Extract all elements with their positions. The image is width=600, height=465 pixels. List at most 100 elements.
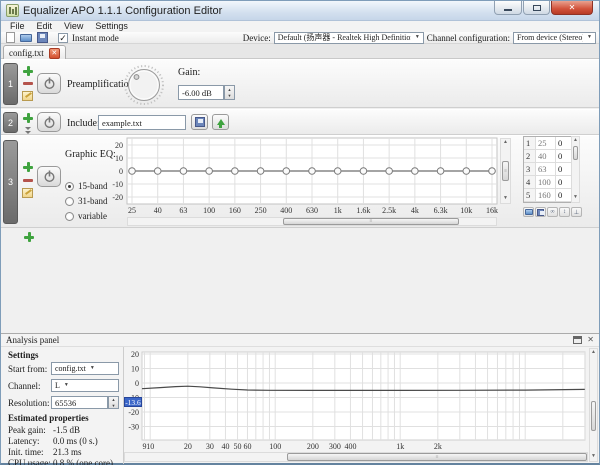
eq-band-handle[interactable] [385, 167, 393, 175]
include-power-button[interactable] [37, 112, 61, 132]
eq-band-handle[interactable] [488, 167, 496, 175]
band-gain-cell[interactable]: 0 [556, 176, 571, 188]
scroll-up-icon[interactable]: ▲ [590, 349, 597, 357]
eq-band-handle[interactable] [359, 167, 368, 175]
band-table-scrollbar[interactable]: ▲ ▼ [571, 136, 580, 203]
scroll-up-icon[interactable]: ▲ [572, 137, 579, 145]
remove-filter-icon[interactable] [23, 179, 33, 182]
import-response-button[interactable] [523, 207, 534, 217]
scrollbar-thumb[interactable]: ≡ [282, 218, 460, 225]
edit-filter-icon[interactable] [22, 91, 33, 101]
band-frequency-cell[interactable]: 40 [536, 150, 556, 162]
include-file-input[interactable]: example.txt [98, 115, 186, 130]
open-in-editor-button[interactable] [212, 114, 229, 130]
add-filter-icon[interactable] [24, 232, 34, 242]
device-select[interactable]: Default (扬声器 - Realtek High Definition A… [273, 31, 424, 44]
eq-band-handle[interactable] [179, 167, 188, 175]
channel-select[interactable]: L ▼ [51, 379, 119, 392]
new-file-button[interactable] [4, 32, 17, 43]
resolution-label: Resolution: [8, 398, 50, 408]
band-gain-cell[interactable]: 0 [556, 137, 571, 149]
eq-band-handle[interactable] [153, 167, 162, 175]
analysis-horizontal-scrollbar[interactable]: ≡ [124, 452, 588, 462]
eq-plot-svg[interactable]: 20100-10-2025 40 63 100 160 250 400 630 1k 1.6k 2.… [101, 136, 514, 215]
gain-input[interactable]: -6.00 dB [178, 85, 224, 100]
scroll-down-icon[interactable]: ▼ [501, 195, 510, 203]
graphic-eq-power-button[interactable] [37, 166, 61, 187]
invert-response-button[interactable]: ↕ [559, 207, 570, 217]
band-frequency-cell[interactable]: 63 [536, 163, 556, 175]
remove-filter-icon[interactable] [23, 82, 33, 85]
eq-mode-radio[interactable] [65, 211, 74, 221]
eq-band-handle[interactable] [436, 167, 445, 175]
add-filter-icon[interactable] [23, 66, 33, 76]
tab-config-txt[interactable]: config.txt ✕ [3, 45, 66, 60]
scroll-down-icon[interactable]: ▼ [590, 453, 597, 461]
band-table: 1 25 0 2 40 0 3 63 0 4 100 0 5 160 0 [523, 136, 572, 203]
scroll-up-icon[interactable]: ▲ [501, 139, 510, 147]
edit-filter-icon[interactable] [22, 188, 33, 198]
flatten-response-button[interactable]: ∞ [547, 207, 558, 217]
eq-mode-radio[interactable] [65, 181, 74, 191]
preamp-power-button[interactable] [37, 73, 61, 94]
save-file-button[interactable] [36, 32, 49, 43]
gain-knob[interactable] [123, 61, 165, 108]
resolution-spinner[interactable]: ▲ ▼ [108, 396, 119, 409]
menu-view[interactable]: View [58, 21, 89, 32]
tab-close-button[interactable]: ✕ [48, 47, 60, 59]
eq-band-handle[interactable] [128, 167, 136, 175]
analysis-vertical-scrollbar[interactable]: ▲ ▼ [589, 348, 598, 462]
maximize-button[interactable] [523, 1, 550, 15]
menu-settings[interactable]: Settings [89, 21, 134, 32]
minimize-button[interactable] [494, 1, 522, 15]
gain-spinner[interactable]: ▲ ▼ [224, 85, 235, 100]
eq-band-handle[interactable] [333, 167, 342, 175]
eq-band-handle[interactable] [231, 167, 239, 175]
float-panel-icon[interactable] [573, 336, 582, 344]
normalize-response-button[interactable]: ⊥ [571, 207, 582, 217]
row-number[interactable]: 2 [3, 112, 18, 133]
band-frequency-cell[interactable]: 100 [536, 176, 556, 188]
menu-file[interactable]: File [4, 21, 31, 32]
browse-file-button[interactable] [191, 114, 208, 130]
add-filter-icon[interactable] [23, 113, 33, 123]
eq-band-handle[interactable] [256, 167, 265, 175]
collapse-chevron-icon[interactable] [25, 127, 32, 135]
start-from-select[interactable]: config.txt ▼ [51, 362, 119, 375]
close-panel-icon[interactable]: ✕ [587, 335, 594, 344]
scroll-down-icon[interactable]: ▼ [572, 194, 579, 202]
eq-band-handle[interactable] [462, 167, 471, 175]
band-gain-cell[interactable]: 0 [556, 163, 571, 175]
instant-mode-checkbox[interactable]: ✓ [58, 32, 68, 43]
scrollbar-thumb[interactable]: ≡ [502, 161, 509, 181]
open-folder-icon [524, 209, 533, 215]
spin-down-icon: ▼ [227, 93, 232, 99]
scrollbar-thumb[interactable] [573, 146, 578, 160]
eq-band-handle[interactable] [205, 167, 213, 175]
channel-config-select[interactable]: From device (Stereo) ▼ [513, 31, 596, 44]
menu-edit[interactable]: Edit [31, 21, 59, 32]
band-frequency-cell[interactable]: 25 [536, 137, 556, 149]
export-response-button[interactable] [535, 207, 546, 217]
open-file-button[interactable] [20, 32, 33, 43]
eq-vertical-scrollbar[interactable]: ▲ ≡ ▼ [500, 138, 511, 204]
include-label: Include: [67, 118, 100, 129]
close-button[interactable]: ✕ [551, 1, 593, 15]
band-frequency-cell[interactable]: 160 [536, 189, 556, 201]
eq-mode-radio[interactable] [65, 196, 74, 206]
eq-band-handle[interactable] [282, 167, 291, 175]
scrollbar-thumb[interactable] [591, 401, 596, 431]
scrollbar-thumb[interactable]: ≡ [287, 453, 587, 461]
add-filter-icon[interactable] [23, 162, 33, 172]
eq-horizontal-scrollbar[interactable]: ≡ [127, 217, 497, 226]
eq-band-handle[interactable] [308, 167, 316, 175]
resolution-input[interactable]: 65536 [51, 396, 108, 409]
band-gain-cell[interactable]: 0 [556, 150, 571, 162]
analysis-plot-svg[interactable]: 20100-10-20-3091020304050601002003004001… [124, 348, 588, 452]
row-number[interactable]: 3 [3, 140, 18, 224]
row-number[interactable]: 1 [3, 63, 18, 105]
title-bar[interactable]: Equalizer APO 1.1.1 Configuration Editor… [1, 1, 599, 21]
band-gain-cell[interactable]: 0 [556, 189, 571, 201]
eq-band-handle[interactable] [411, 167, 419, 175]
gain-label: Gain: [178, 67, 201, 78]
